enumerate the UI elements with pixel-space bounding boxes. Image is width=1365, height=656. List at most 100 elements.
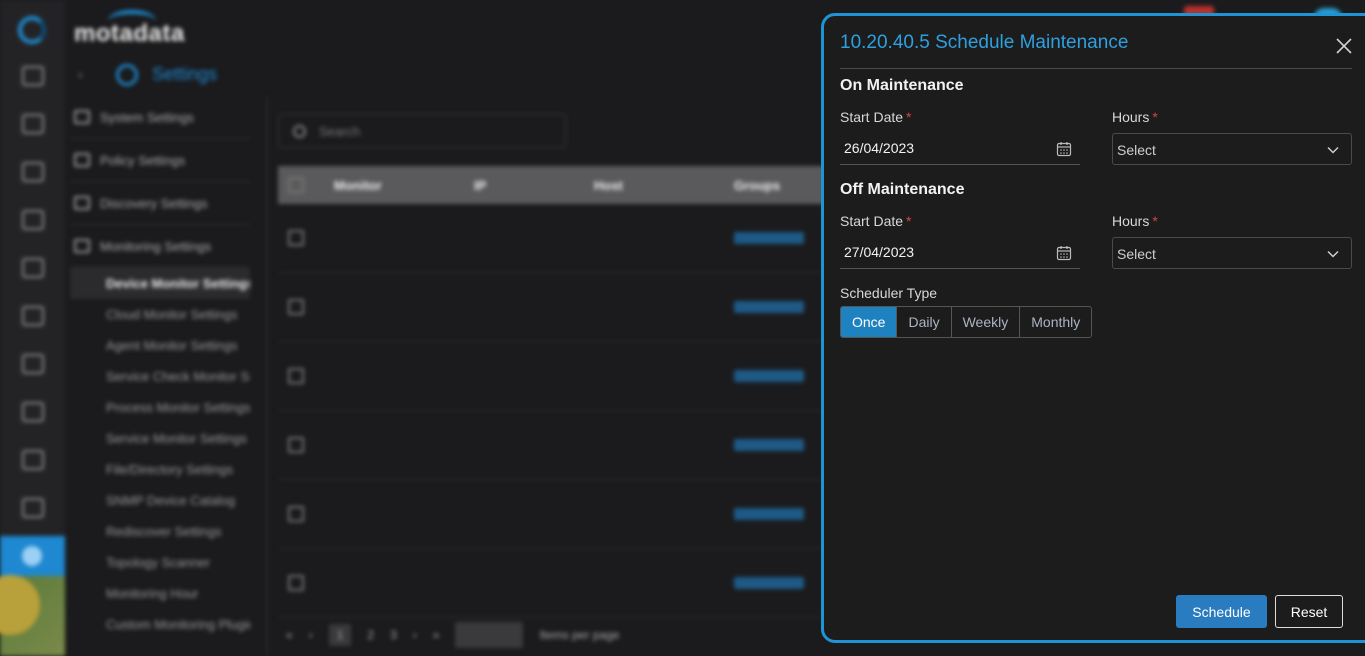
row-checkbox[interactable]	[288, 299, 304, 315]
prev-page-icon[interactable]: ‹	[309, 628, 313, 642]
document-icon[interactable]	[22, 498, 44, 518]
off-start-date-field[interactable]: 27/04/2023	[840, 237, 1080, 269]
group-icon	[74, 153, 90, 167]
column-header[interactable]: Monitor	[334, 178, 474, 193]
page-number[interactable]: 2	[367, 628, 374, 642]
group-tag	[734, 577, 804, 589]
side-item[interactable]: Service Check Monitor Settings	[70, 361, 250, 392]
alert-icon[interactable]	[22, 306, 44, 326]
row-checkbox[interactable]	[288, 368, 304, 384]
on-start-date-field[interactable]: 26/04/2023	[840, 133, 1080, 165]
search-icon	[293, 125, 306, 138]
table-row[interactable]	[278, 411, 838, 480]
table-header: Monitor IP Host Groups	[278, 166, 838, 204]
page-number[interactable]: 1	[328, 624, 352, 646]
table-row[interactable]	[278, 549, 838, 618]
schedule-maintenance-drawer: 10.20.40.5 Schedule Maintenance On Maint…	[821, 13, 1365, 643]
settings-nav-active[interactable]	[0, 536, 65, 576]
side-item[interactable]: Agent Monitor Settings	[70, 330, 250, 361]
side-item[interactable]: Cloud Monitor Settings	[70, 299, 250, 330]
row-checkbox[interactable]	[288, 575, 304, 591]
off-hours-select[interactable]: Select	[1112, 237, 1352, 269]
table-row[interactable]	[278, 342, 838, 411]
settings-title: Settings	[152, 64, 218, 84]
row-checkbox[interactable]	[288, 506, 304, 522]
next-page-icon[interactable]: ›	[413, 628, 417, 642]
group-icon	[74, 110, 90, 124]
on-hours-select[interactable]: Select	[1112, 133, 1352, 165]
chevron-down-icon	[1327, 146, 1339, 154]
settings-side-menu: System Settings Policy Settings Discover…	[70, 96, 250, 640]
table-row[interactable]	[278, 204, 838, 273]
group-tag	[734, 232, 804, 244]
side-item[interactable]: Monitoring Hour	[70, 578, 250, 609]
per-page-select[interactable]	[455, 622, 524, 648]
topology-icon[interactable]	[22, 258, 44, 278]
off-start-date-value: 27/04/2023	[844, 244, 915, 260]
group-icon	[74, 196, 90, 210]
column-header[interactable]: Groups	[734, 178, 780, 193]
side-group[interactable]: Policy Settings	[70, 139, 250, 182]
column-header[interactable]: Host	[594, 178, 734, 193]
side-group[interactable]: Discovery Settings	[70, 182, 250, 225]
chevron-down-icon	[1327, 250, 1339, 258]
side-divider	[266, 96, 268, 656]
table-row[interactable]	[278, 480, 838, 549]
metrics-icon[interactable]	[22, 162, 44, 182]
column-header[interactable]: IP	[474, 178, 594, 193]
group-tag	[734, 508, 804, 520]
monitor-table: Monitor IP Host Groups	[278, 166, 838, 618]
side-item[interactable]: Device Monitor Settings	[70, 268, 250, 299]
per-page-label: Items per page	[539, 628, 620, 642]
report-icon[interactable]	[22, 210, 44, 230]
network-icon[interactable]	[22, 354, 44, 374]
calendar-icon[interactable]	[1056, 141, 1072, 157]
side-item[interactable]: Custom Monitoring Plugin	[70, 609, 250, 640]
monitor-icon[interactable]	[22, 114, 44, 134]
calendar-icon[interactable]	[1056, 245, 1072, 261]
pagination: « ‹ 1 2 3 › » Items per page	[286, 622, 619, 648]
off-hours-label: Hours *	[1112, 213, 1158, 229]
scheduler-option-daily[interactable]: Daily	[897, 307, 952, 337]
off-maintenance-heading: Off Maintenance	[840, 181, 965, 198]
scheduler-option-once[interactable]: Once	[841, 307, 898, 337]
scheduler-option-weekly[interactable]: Weekly	[952, 307, 1021, 337]
side-group[interactable]: System Settings	[70, 96, 250, 139]
side-group-label: Discovery Settings	[100, 195, 208, 211]
drawer-title: 10.20.40.5 Schedule Maintenance	[840, 32, 1129, 53]
side-item[interactable]: Service Monitor Settings	[70, 423, 250, 454]
select-all-checkbox[interactable]	[288, 177, 304, 193]
table-row[interactable]	[278, 273, 838, 342]
back-chevron-icon[interactable]: ‹	[78, 66, 83, 82]
side-item[interactable]: File/Directory Settings	[70, 454, 250, 485]
brand-name: motadata	[74, 20, 185, 47]
scheduler-option-monthly[interactable]: Monthly	[1020, 307, 1091, 337]
side-item[interactable]: Topology Scanner	[70, 547, 250, 578]
search-input[interactable]: Search	[278, 114, 566, 148]
row-checkbox[interactable]	[288, 437, 304, 453]
side-item[interactable]: Rediscover Settings	[70, 516, 250, 547]
close-icon[interactable]	[1333, 35, 1355, 57]
side-group[interactable]: Monitoring Settings	[70, 225, 250, 268]
row-checkbox[interactable]	[288, 230, 304, 246]
dashboard-icon[interactable]	[22, 66, 44, 86]
schedule-button[interactable]: Schedule	[1176, 595, 1267, 628]
on-hours-value: Select	[1117, 142, 1156, 158]
side-item[interactable]: SNMP Device Catalog	[70, 485, 250, 516]
group-tag	[734, 301, 804, 313]
group-tag	[734, 370, 804, 382]
log-icon[interactable]	[22, 450, 44, 470]
gear-icon	[116, 64, 138, 86]
off-hours-value: Select	[1117, 246, 1156, 262]
first-page-icon[interactable]: «	[286, 628, 293, 642]
page-number[interactable]: 3	[390, 628, 397, 642]
side-group-label: Policy Settings	[100, 152, 186, 168]
reset-button[interactable]: Reset	[1275, 595, 1343, 628]
off-start-date-label: Start Date *	[840, 213, 912, 229]
automation-icon[interactable]	[22, 402, 44, 422]
last-page-icon[interactable]: »	[433, 628, 440, 642]
app-logo-icon	[18, 16, 46, 44]
on-start-date-value: 26/04/2023	[844, 140, 915, 156]
on-maintenance-heading: On Maintenance	[840, 77, 964, 94]
side-item[interactable]: Process Monitor Settings	[70, 392, 250, 423]
